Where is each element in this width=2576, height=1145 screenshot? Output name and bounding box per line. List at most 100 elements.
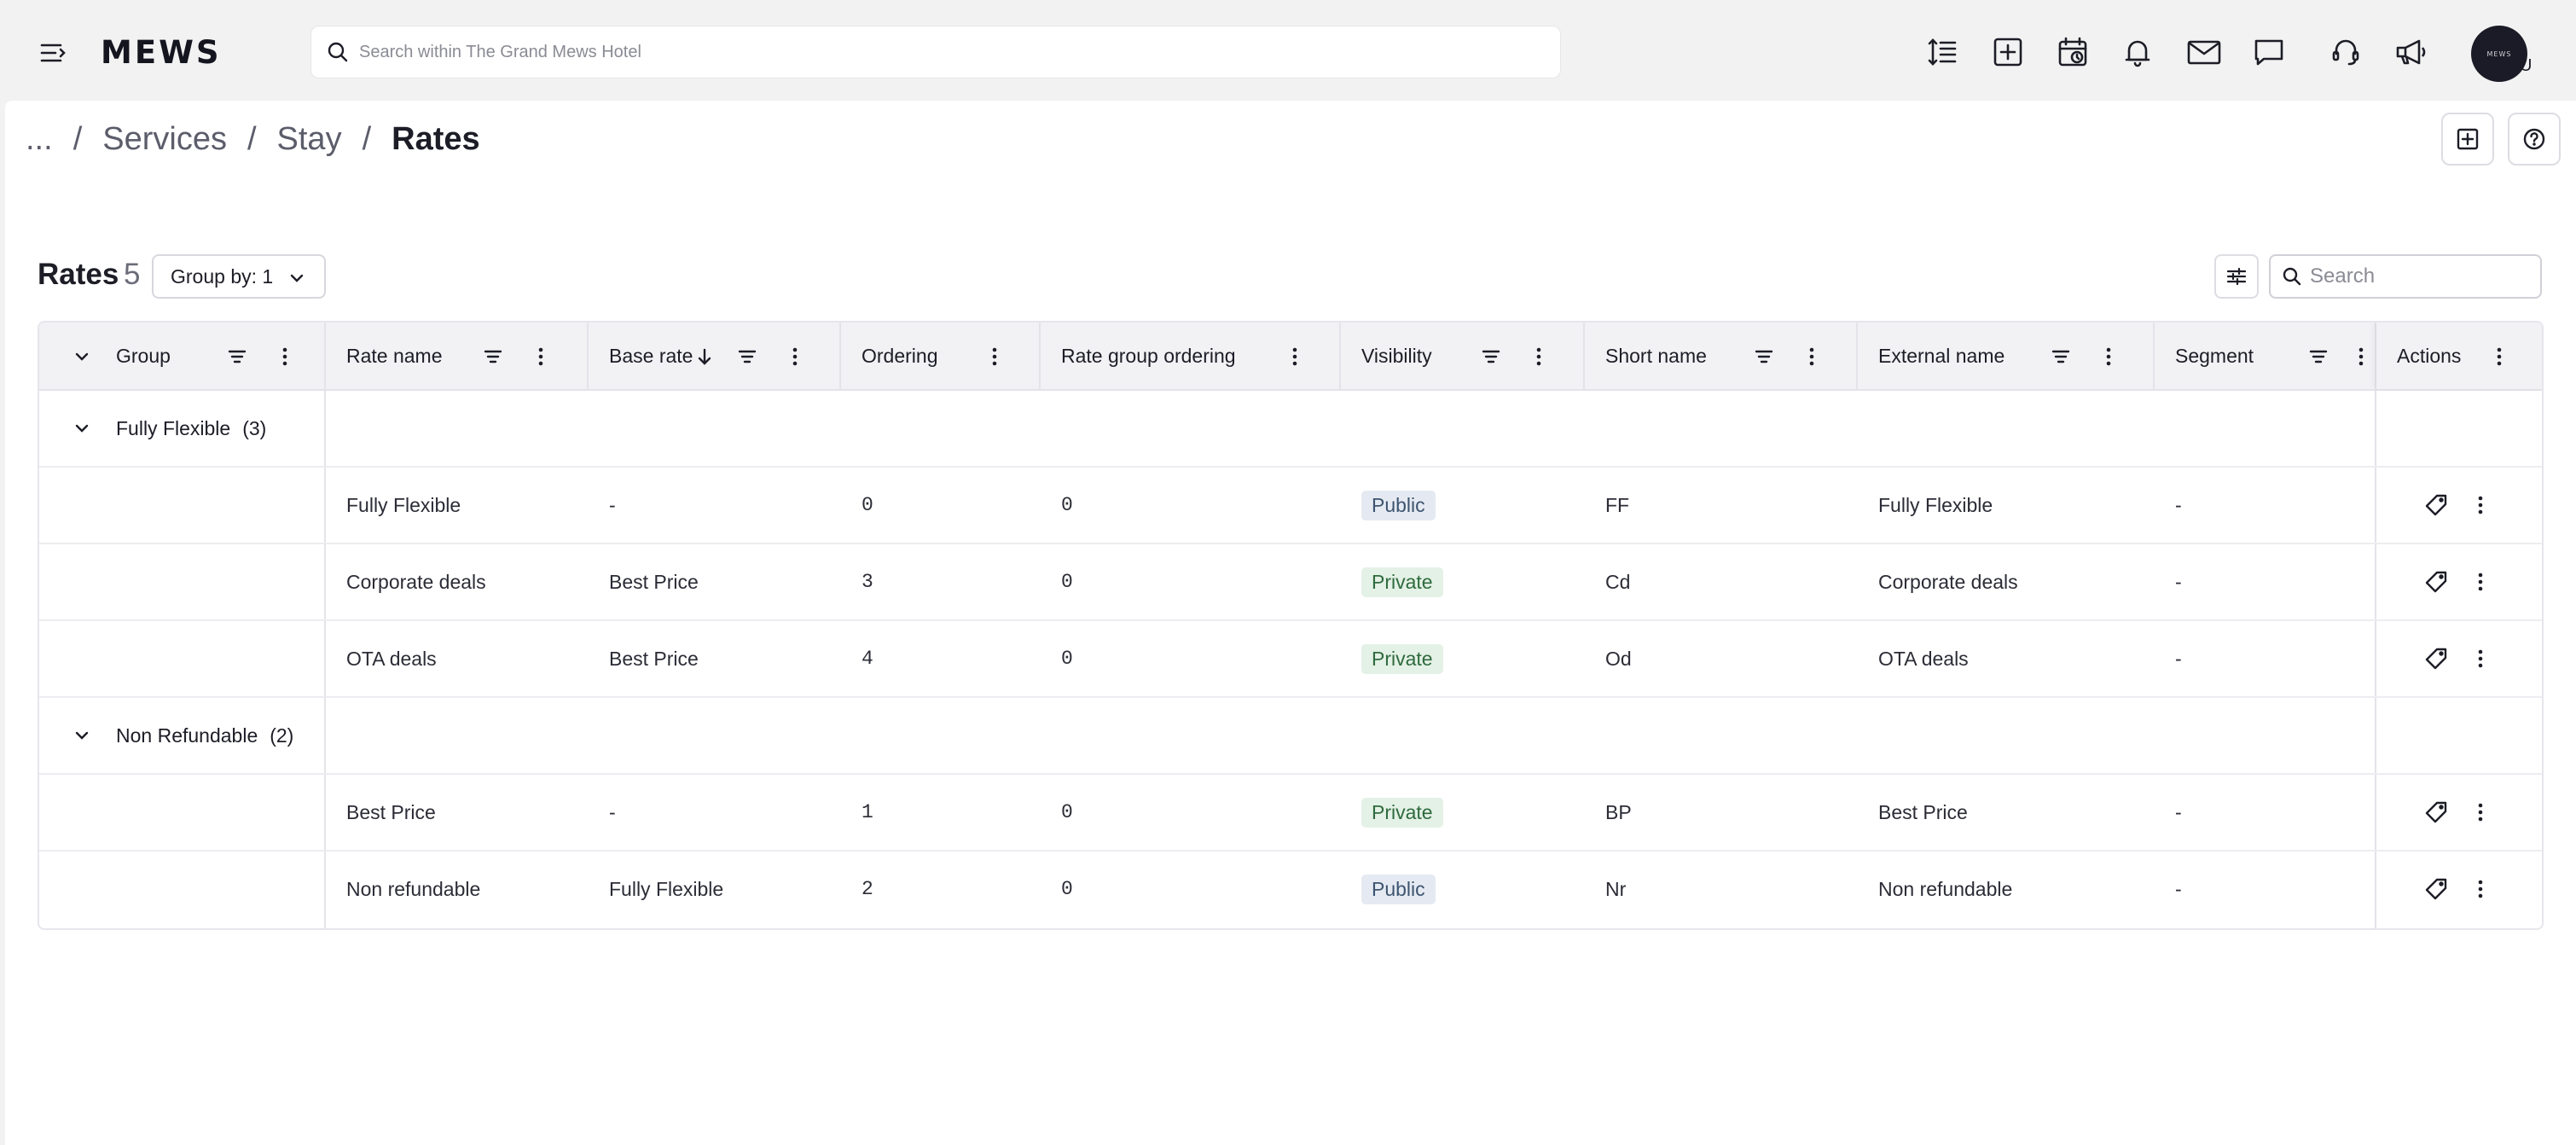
breadcrumb-stay[interactable]: Stay <box>277 121 342 158</box>
rate-group-ordering-cell: 0 <box>1061 878 1073 900</box>
column-divider <box>324 775 326 850</box>
breadcrumb-services[interactable]: Services <box>102 121 227 158</box>
more-vertical-icon[interactable] <box>271 343 299 370</box>
rate-group-ordering-cell: 0 <box>1061 571 1073 593</box>
column-divider <box>2375 775 2376 850</box>
tag-icon[interactable] <box>2422 875 2450 903</box>
table-settings-button[interactable] <box>2214 254 2259 299</box>
more-vertical-icon[interactable] <box>1798 343 1825 370</box>
text-height-icon[interactable] <box>1923 32 1962 72</box>
collapse-all-icon[interactable] <box>68 343 96 370</box>
external-name-cell: Corporate deals <box>1878 570 2018 593</box>
group-row: Fully Flexible (3) <box>39 391 2542 468</box>
column-header-rate-name[interactable]: Rate name <box>326 323 589 389</box>
column-header-group[interactable]: Group <box>39 323 326 389</box>
column-header-ordering[interactable]: Ordering <box>841 323 1041 389</box>
ordering-cell: 1 <box>862 801 873 823</box>
column-header-visibility[interactable]: Visibility <box>1341 323 1585 389</box>
group-toggle[interactable]: Fully Flexible (3) <box>68 391 266 466</box>
megaphone-icon[interactable] <box>2392 32 2431 72</box>
group-count: (3) <box>242 416 267 439</box>
column-divider <box>2375 621 2376 696</box>
filter-icon[interactable] <box>734 343 761 370</box>
tag-icon[interactable] <box>2422 645 2450 672</box>
tag-icon[interactable] <box>2422 491 2450 519</box>
chat-icon[interactable] <box>2249 32 2289 72</box>
column-divider <box>324 851 326 928</box>
more-vertical-icon[interactable] <box>2467 568 2494 596</box>
sliders-icon <box>2226 267 2247 286</box>
menu-icon[interactable] <box>38 38 68 68</box>
bell-icon[interactable] <box>2118 32 2157 72</box>
breadcrumb-ellipsis[interactable]: ... <box>26 121 53 158</box>
short-name-cell: Cd <box>1605 570 1631 593</box>
table-row: OTA deals Best Price 4 0 Od OTA deals - Private <box>39 621 2542 698</box>
group-toggle[interactable]: Non Refundable (2) <box>68 698 293 773</box>
base-rate-cell: Fully Flexible <box>609 877 724 900</box>
column-label: Rate name <box>346 345 443 367</box>
page-title: Rates <box>38 258 119 291</box>
calendar-clock-icon[interactable] <box>2053 32 2092 72</box>
more-vertical-icon[interactable] <box>527 343 554 370</box>
more-vertical-icon[interactable] <box>2467 875 2494 903</box>
column-divider <box>324 391 326 466</box>
help-icon <box>2523 128 2545 150</box>
filter-icon[interactable] <box>1477 343 1505 370</box>
more-vertical-icon[interactable] <box>2095 343 2122 370</box>
more-vertical-icon[interactable] <box>2486 343 2513 370</box>
segment-cell: - <box>2175 800 2182 823</box>
column-label: Segment <box>2175 345 2254 367</box>
support-headset-icon[interactable] <box>2326 32 2365 72</box>
more-vertical-icon[interactable] <box>2467 645 2494 672</box>
column-divider <box>2375 468 2376 543</box>
search-icon <box>2283 267 2301 286</box>
global-search-input[interactable] <box>359 42 1560 62</box>
column-header-external-name[interactable]: External name <box>1858 323 2155 389</box>
breadcrumb-current: Rates <box>392 120 480 157</box>
more-vertical-icon[interactable] <box>2467 799 2494 826</box>
rate-name-cell: Fully Flexible <box>346 493 461 516</box>
filter-icon[interactable] <box>479 343 507 370</box>
mail-icon[interactable] <box>2184 32 2224 72</box>
mews-logo[interactable]: MEWS <box>101 32 222 72</box>
short-name-cell: Od <box>1605 647 1632 670</box>
rate-name-cell: Non refundable <box>346 877 481 900</box>
table-search[interactable] <box>2269 254 2542 299</box>
column-header-short-name[interactable]: Short name <box>1585 323 1858 389</box>
more-vertical-icon[interactable] <box>1281 343 1308 370</box>
external-name-cell: OTA deals <box>1878 647 1969 670</box>
more-vertical-icon[interactable] <box>981 343 1008 370</box>
more-vertical-icon[interactable] <box>2467 491 2494 519</box>
more-vertical-icon[interactable] <box>1525 343 1552 370</box>
visibility-badge: Private <box>1361 643 1443 674</box>
add-box-icon[interactable] <box>1988 32 2028 72</box>
avatar-badge: U <box>2520 56 2532 75</box>
rate-group-ordering-cell: 0 <box>1061 801 1073 823</box>
add-rate-button[interactable] <box>2441 113 2494 166</box>
sort-descending-icon[interactable] <box>691 343 718 370</box>
rates-table: Group Rate name Base rate Ordering Rate … <box>38 321 2544 930</box>
column-header-rate-group-ordering[interactable]: Rate group ordering <box>1041 323 1341 389</box>
more-vertical-icon[interactable] <box>781 343 809 370</box>
tag-icon[interactable] <box>2422 568 2450 596</box>
column-header-base-rate[interactable]: Base rate <box>589 323 841 389</box>
filter-icon[interactable] <box>223 343 251 370</box>
column-divider <box>324 621 326 696</box>
table-search-input[interactable] <box>2310 264 2532 288</box>
filter-icon[interactable] <box>1750 343 1778 370</box>
filter-icon[interactable] <box>2305 343 2332 370</box>
help-button[interactable] <box>2508 113 2561 166</box>
ordering-cell: 3 <box>862 571 873 593</box>
group-by-dropdown[interactable]: Group by: 1 <box>152 254 326 299</box>
filter-icon[interactable] <box>2047 343 2074 370</box>
global-search[interactable] <box>310 26 1561 78</box>
tag-icon[interactable] <box>2422 799 2450 826</box>
column-divider <box>2375 544 2376 619</box>
column-label: Ordering <box>862 345 938 367</box>
column-header-segment[interactable]: Segment <box>2155 323 2376 389</box>
column-label: Short name <box>1605 345 1707 367</box>
more-vertical-icon[interactable] <box>2347 343 2375 370</box>
avatar-logo-text: MEWS <box>2486 49 2512 58</box>
column-label: Base rate <box>609 345 693 367</box>
visibility-badge: Public <box>1361 874 1436 904</box>
